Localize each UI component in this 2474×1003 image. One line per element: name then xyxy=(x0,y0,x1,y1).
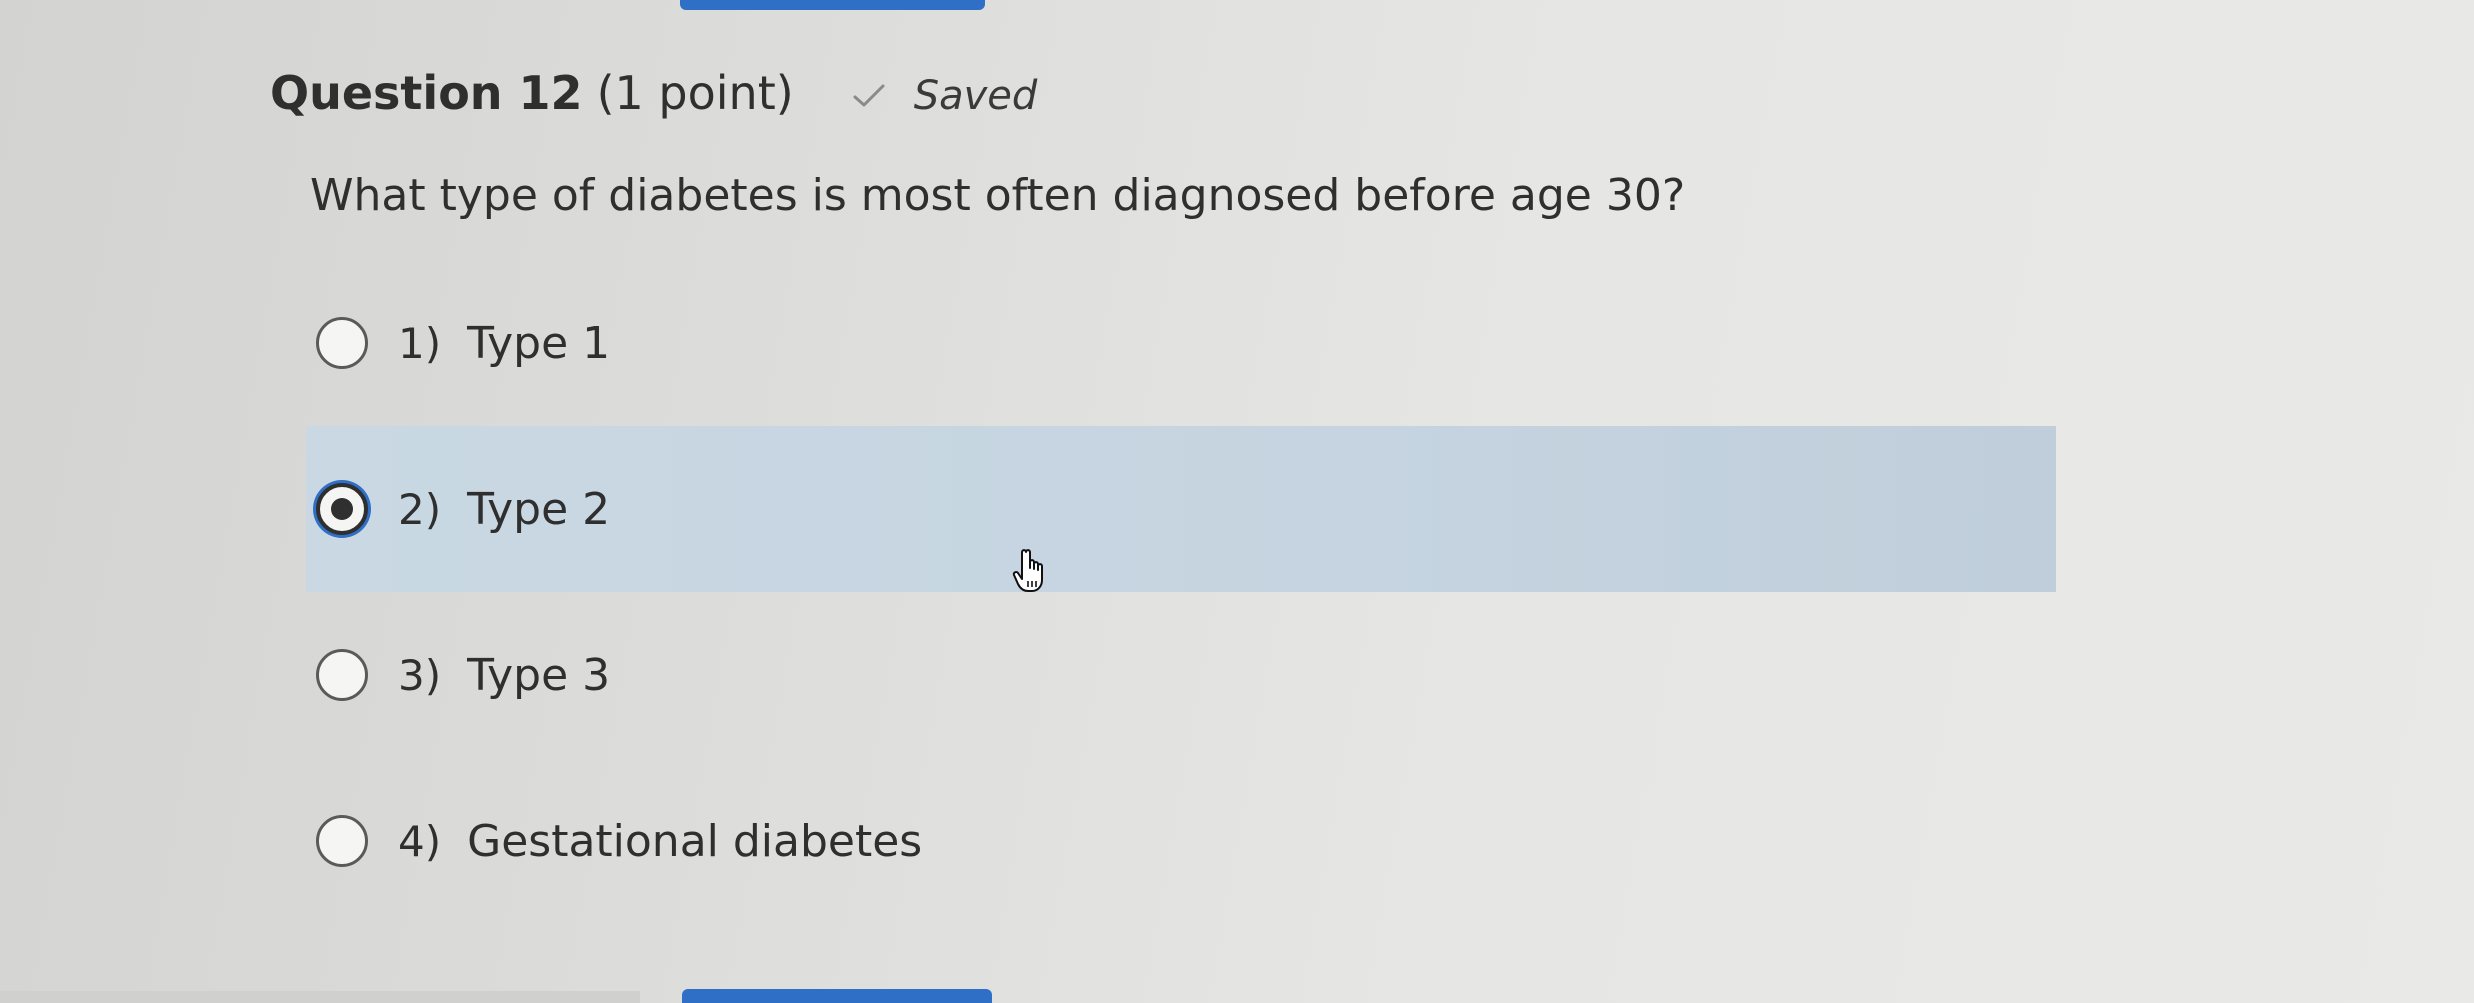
option-label[interactable]: Type 2 xyxy=(467,484,610,535)
top-accent-bar xyxy=(680,0,985,10)
option-label[interactable]: Type 3 xyxy=(467,650,610,701)
bottom-accent-button[interactable] xyxy=(682,989,992,1003)
option-4[interactable]: 4) Gestational diabetes xyxy=(306,758,2056,924)
radio-button[interactable] xyxy=(316,317,368,369)
option-number: 4) xyxy=(398,816,442,866)
radio-button[interactable] xyxy=(316,649,368,701)
hand-pointer-icon xyxy=(1012,549,1043,592)
question-title: Question 12 xyxy=(270,66,583,120)
option-number: 3) xyxy=(398,650,442,700)
question-points: (1 point) xyxy=(596,66,794,120)
answer-options: 1) Type 1 2) Type 2 3) Type 3 4) Gestati… xyxy=(306,260,2056,924)
option-2[interactable]: 2) Type 2 xyxy=(306,426,2056,592)
option-1[interactable]: 1) Type 1 xyxy=(306,260,2056,426)
saved-status: Saved xyxy=(852,73,1038,119)
option-3[interactable]: 3) Type 3 xyxy=(306,592,2056,758)
saved-label: Saved xyxy=(913,73,1038,119)
radio-button-selected[interactable] xyxy=(316,483,368,535)
option-label[interactable]: Gestational diabetes xyxy=(467,816,922,867)
question-text: What type of diabetes is most often diag… xyxy=(310,170,1686,221)
radio-dot xyxy=(331,498,353,520)
option-label[interactable]: Type 1 xyxy=(467,318,610,369)
bottom-left-bar xyxy=(0,991,640,1003)
option-number: 1) xyxy=(398,318,442,368)
checkmark-icon xyxy=(853,84,885,107)
option-number: 2) xyxy=(398,484,442,534)
question-header: Question 12 (1 point) Saved xyxy=(270,66,1037,120)
radio-button[interactable] xyxy=(316,815,368,867)
